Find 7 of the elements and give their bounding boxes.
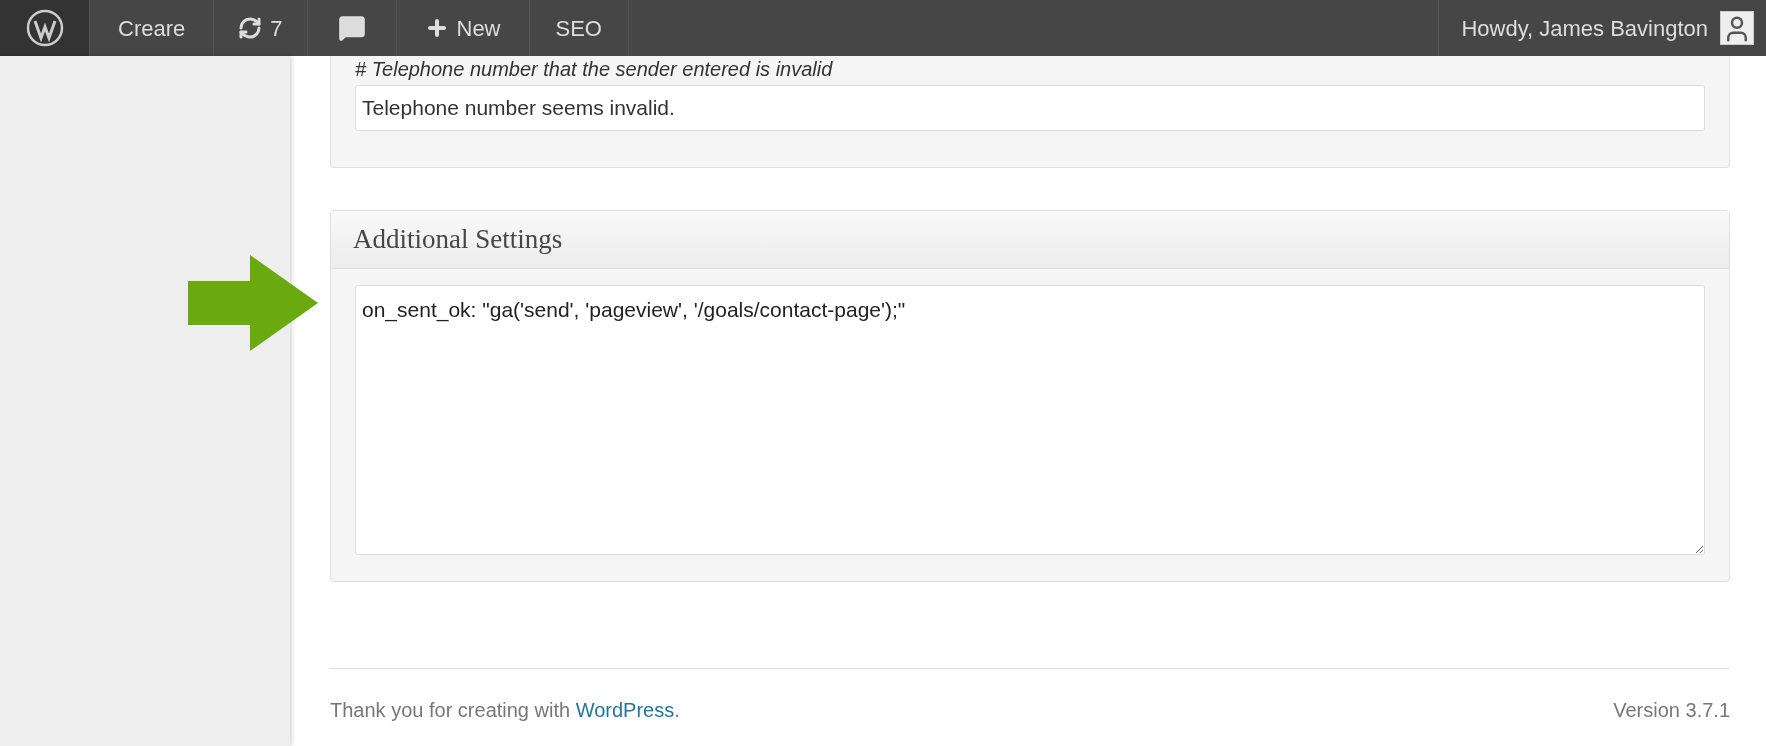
footer-text: Thank you for creating with WordPress. <box>330 698 680 723</box>
field-hint: # Telephone number that the sender entered is invalid <box>355 57 834 81</box>
panel-title: Additional Settings <box>331 211 1729 269</box>
wordpress-link[interactable]: WordPress <box>575 699 675 721</box>
text-area[interactable]: on_sent_ok: "ga('send', 'pageview', '/goals/contact-page');" <box>355 285 1705 555</box>
version-text: Version 3.7.1 <box>1613 698 1730 723</box>
input-field[interactable]: Telephone number seems invalid. <box>355 85 1705 131</box>
